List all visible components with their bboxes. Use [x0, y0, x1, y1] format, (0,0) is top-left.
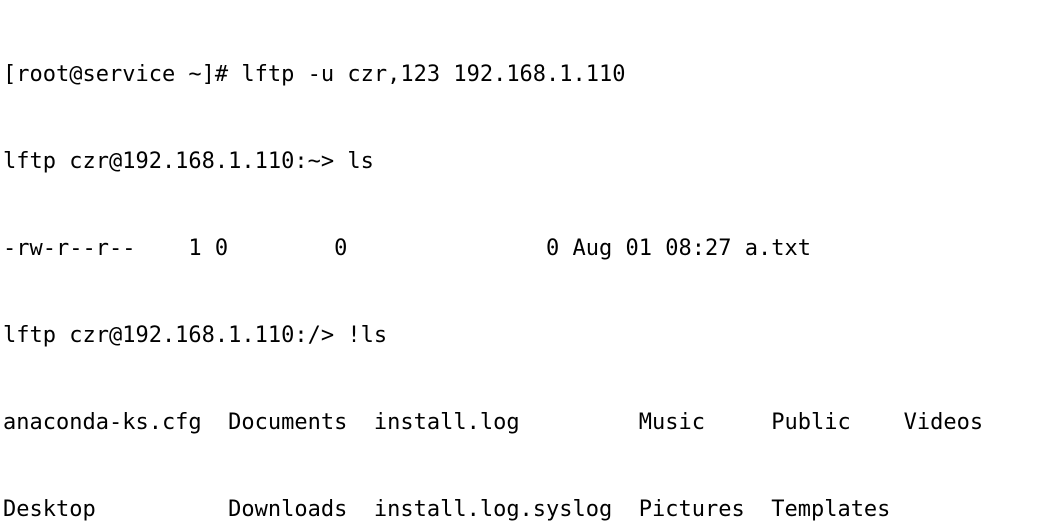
terminal-screen[interactable]: [root@service ~]# lftp -u czr,123 192.16… — [0, 0, 1055, 526]
terminal-line-prompt-bang-ls: lftp czr@192.168.1.110:/> !ls — [3, 323, 388, 348]
terminal-line-local-listing-row: anaconda-ks.cfg Documents install.log Mu… — [3, 410, 984, 435]
terminal-line-local-listing-row: Desktop Downloads install.log.syslog Pic… — [3, 497, 891, 522]
terminal-line-remote-file-row: -rw-r--r-- 1 0 0 0 Aug 01 08:27 a.txt — [3, 236, 811, 261]
terminal-line-prompt-ls: lftp czr@192.168.1.110:~> ls — [3, 149, 374, 174]
terminal-line-shell-command: [root@service ~]# lftp -u czr,123 192.16… — [3, 62, 626, 87]
